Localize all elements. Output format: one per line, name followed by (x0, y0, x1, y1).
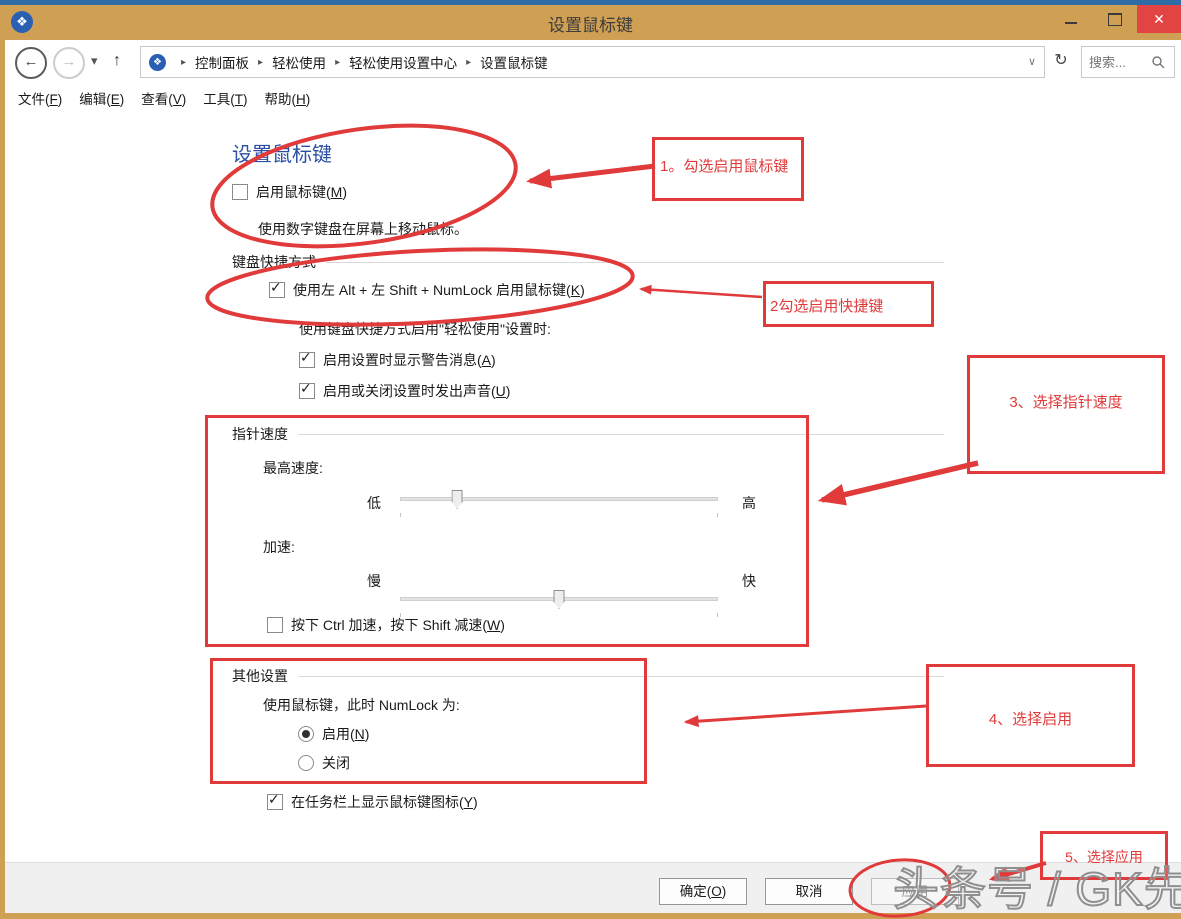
annotation-step4-text: 4、选择启用 (929, 667, 1132, 729)
shortcut-note: 使用键盘快捷方式启用"轻松使用"设置时: (299, 319, 551, 339)
minimize-icon (1065, 22, 1077, 24)
page-title: 设置鼠标键 (232, 138, 332, 167)
maximize-icon (1108, 13, 1122, 26)
recent-pages-chevron-icon[interactable]: ▾ (91, 47, 98, 75)
check-icon: ✓ (268, 791, 280, 808)
window-title: 设置鼠标键 (0, 11, 1181, 36)
tray-checkbox[interactable]: ✓ (267, 794, 283, 810)
sound-checkbox-label: 启用或关闭设置时发出声音(U) (323, 381, 510, 401)
breadcrumb-separator-icon: ▸ (466, 57, 471, 68)
annotation-step3-text: 3、选择指针速度 (970, 358, 1162, 412)
navigation-toolbar: ← → ▾ ↑ ❖ ▸ 控制面板 ▸ 轻松使用 ▸ 轻松使用设置中心 ▸ 设置鼠… (5, 40, 1181, 85)
breadcrumb-control-panel[interactable]: 控制面板 (195, 52, 249, 72)
annotation-step2-text: 2勾选启用快捷键 (766, 284, 931, 316)
address-page-icon: ❖ (149, 54, 166, 71)
refresh-icon[interactable]: ↻ (1048, 46, 1074, 76)
enable-mousekeys-row[interactable]: ✓ 启用鼠标键(M) (232, 182, 347, 202)
warn-checkbox-label: 启用设置时显示警告消息(A) (323, 350, 496, 370)
annotation-box-step4: 4、选择启用 (926, 664, 1135, 767)
minimize-button[interactable] (1049, 5, 1093, 33)
shortcut-checkbox-label: 使用左 Alt + 左 Shift + NumLock 启用鼠标键(K) (293, 280, 585, 300)
shortcut-group-header: 键盘快捷方式 (232, 252, 944, 272)
menu-tools[interactable]: 工具(T) (203, 88, 247, 108)
title-bar: ❖ 设置鼠标键 ✕ (0, 5, 1181, 40)
check-icon: ✓ (300, 380, 312, 397)
enable-mousekeys-description: 使用数字键盘在屏幕上移动鼠标。 (258, 219, 468, 239)
search-icon (1151, 55, 1165, 69)
enable-mousekeys-label: 启用鼠标键(M) (256, 182, 347, 202)
tray-checkbox-row[interactable]: ✓ 在任务栏上显示鼠标键图标(Y) (267, 792, 478, 812)
search-input[interactable] (1082, 55, 1149, 70)
close-button[interactable]: ✕ (1137, 5, 1181, 33)
back-button[interactable]: ← (15, 47, 47, 79)
menu-file[interactable]: 文件(F) (18, 88, 62, 108)
menu-help[interactable]: 帮助(H) (265, 88, 311, 108)
annotation-rect-pointer-speed (205, 415, 809, 647)
menu-view[interactable]: 查看(V) (141, 88, 186, 108)
annotation-rect-other-settings (210, 658, 647, 784)
group-divider (326, 262, 944, 263)
maximize-button[interactable] (1093, 5, 1137, 33)
forward-button[interactable]: → (53, 47, 85, 79)
annotation-step1-text: 1。勾选启用鼠标键 (655, 140, 801, 176)
enable-mousekeys-checkbox[interactable]: ✓ (232, 184, 248, 200)
annotation-box-step2: 2勾选启用快捷键 (763, 281, 934, 327)
breadcrumb-separator-icon: ▸ (258, 57, 263, 68)
shortcut-checkbox[interactable]: ✓ (269, 282, 285, 298)
search-box[interactable] (1081, 46, 1175, 78)
address-bar[interactable]: ❖ ▸ 控制面板 ▸ 轻松使用 ▸ 轻松使用设置中心 ▸ 设置鼠标键 (140, 46, 1022, 78)
breadcrumb-ease-of-access[interactable]: 轻松使用 (272, 52, 326, 72)
cancel-button[interactable]: 取消 (765, 878, 853, 905)
sound-checkbox-row[interactable]: ✓ 启用或关闭设置时发出声音(U) (299, 381, 510, 401)
check-icon: ✓ (300, 349, 312, 366)
warn-checkbox[interactable]: ✓ (299, 352, 315, 368)
menu-bar: 文件(F) 编辑(E) 查看(V) 工具(T) 帮助(H) (5, 84, 1181, 112)
menu-edit[interactable]: 编辑(E) (79, 88, 124, 108)
ok-button[interactable]: 确定(O) (659, 878, 747, 905)
warn-checkbox-row[interactable]: ✓ 启用设置时显示警告消息(A) (299, 350, 496, 370)
annotation-box-step1: 1。勾选启用鼠标键 (652, 137, 804, 201)
address-dropdown-chevron-icon[interactable]: ∨ (1020, 46, 1045, 78)
window-left-border (0, 40, 5, 919)
watermark-text: 头条号 / GK先生 (893, 853, 1181, 919)
check-icon: ✓ (270, 279, 282, 296)
sound-checkbox[interactable]: ✓ (299, 383, 315, 399)
shortcut-checkbox-row[interactable]: ✓ 使用左 Alt + 左 Shift + NumLock 启用鼠标键(K) (269, 280, 585, 300)
breadcrumb-setup-mouse-keys[interactable]: 设置鼠标键 (480, 52, 548, 72)
tray-checkbox-label: 在任务栏上显示鼠标键图标(Y) (291, 792, 478, 812)
breadcrumb-separator-icon: ▸ (335, 57, 340, 68)
breadcrumb-separator-icon: ▸ (181, 57, 186, 68)
breadcrumb-ease-of-access-center[interactable]: 轻松使用设置中心 (349, 52, 457, 72)
up-button[interactable]: ↑ (113, 47, 121, 75)
annotation-box-step3: 3、选择指针速度 (967, 355, 1165, 474)
shortcut-group-title: 键盘快捷方式 (232, 252, 316, 272)
